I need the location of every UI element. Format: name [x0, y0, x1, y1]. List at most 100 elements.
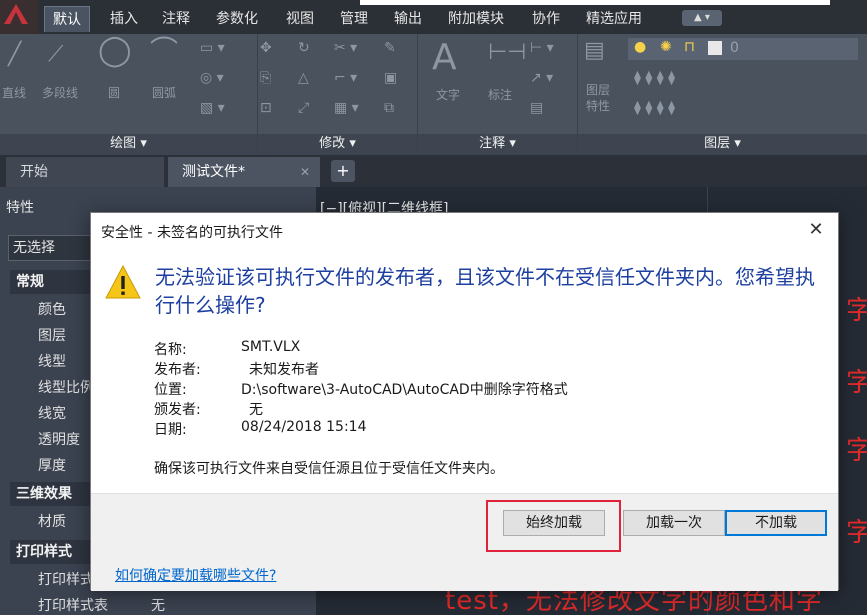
tab-test-file[interactable]: 测试文件* ✕	[168, 157, 320, 187]
draw-panel-title[interactable]: 绘图 ▾	[0, 134, 257, 154]
dialog-heading-line: 无法验证该可执行文件的发布者，且该文件不在受信任文件夹内。您希望执	[155, 265, 815, 289]
tab-featured-apps[interactable]: 精选应用	[578, 6, 650, 32]
ribbon-minimize-button[interactable]: ▲ ▾	[682, 10, 722, 26]
lock-icon: ⊓	[684, 39, 695, 55]
mirror-icon[interactable]: △	[298, 70, 309, 86]
property-transparency[interactable]: 透明度	[38, 429, 80, 449]
warning-icon	[105, 265, 141, 299]
category-plot-style[interactable]: 打印样式	[10, 540, 90, 564]
property-layer[interactable]: 图层	[38, 325, 66, 345]
text-icon[interactable]: A	[432, 40, 457, 76]
dimension-icon[interactable]: ⊢⊣	[488, 42, 526, 64]
tab-insert[interactable]: 插入	[102, 6, 146, 32]
arc-label: 圆弧	[152, 86, 177, 100]
document-tab-bar: 开始 测试文件* ✕	[0, 155, 867, 187]
tab-view[interactable]: 视图	[278, 6, 322, 32]
name-value: SMT.VLX	[241, 339, 301, 355]
issuer-value: 无	[249, 402, 263, 418]
modify-panel-title[interactable]: 修改 ▾	[258, 134, 417, 154]
leader-icon[interactable]: ↗ ▾	[530, 70, 553, 86]
layer-tool-icon[interactable]: ⧫ ⧫ ⧫ ⧫	[634, 100, 675, 116]
tab-parametric[interactable]: 参数化	[208, 6, 266, 32]
erase-icon[interactable]: ✎	[384, 40, 396, 56]
text-label: 文字	[436, 88, 461, 102]
security-dialog: 安全性 - 未签名的可执行文件 ✕ 无法验证该可执行文件的发布者，且该文件不在受…	[90, 212, 839, 591]
gradient-icon[interactable]: ▧ ▾	[200, 100, 225, 116]
close-icon[interactable]: ✕	[806, 219, 826, 241]
dialog-titlebar: 安全性 - 未签名的可执行文件 ✕	[91, 213, 838, 249]
layers-panel: ▤ 图层 特性 ● ✺ ⊓ 0 ⧫ ⧫ ⧫ ⧫ ⧫ ⧫ ⧫ ⧫ 图层 ▾	[578, 34, 867, 154]
layer-stack-icon[interactable]: ▤	[584, 40, 605, 62]
tab-output[interactable]: 输出	[386, 6, 430, 32]
copy-icon[interactable]: ⎘	[260, 70, 271, 86]
property-thickness[interactable]: 厚度	[38, 455, 66, 475]
date-label: 日期:	[154, 422, 187, 438]
rotate-icon[interactable]: ↻	[298, 40, 310, 56]
tab-start[interactable]: 开始	[6, 157, 164, 187]
property-material[interactable]: 材质	[38, 511, 66, 531]
annotate-panel-title[interactable]: 注释 ▾	[418, 134, 577, 154]
fillet-icon[interactable]: ⌐ ▾	[334, 70, 357, 86]
selection-dropdown[interactable]: 无选择	[8, 235, 98, 261]
name-label: 名称:	[154, 342, 187, 358]
tab-annotate[interactable]: 注释	[154, 6, 198, 32]
category-3d-effects[interactable]: 三维效果	[10, 482, 90, 506]
plot-style-table-value: 无	[151, 598, 165, 614]
tab-default[interactable]: 默认	[44, 6, 90, 32]
ribbon-body: ╱ ⟋ ◯ ⌒ 直线 多段线 圆 圆弧 ▭ ▾ ◎ ▾ ▧ ▾ 绘图 ▾ ✥ ↻…	[0, 34, 867, 154]
load-once-button[interactable]: 加载一次	[623, 510, 725, 536]
polyline-icon[interactable]: ⟋	[48, 44, 63, 66]
sun-icon: ✺	[660, 39, 672, 55]
table-icon[interactable]: ▤	[530, 100, 543, 116]
property-linetype[interactable]: 线型	[38, 351, 66, 371]
property-plot-style[interactable]: 打印样式	[38, 569, 94, 589]
layer-properties-label: 图层 特性	[586, 83, 611, 113]
tab-manage[interactable]: 管理	[332, 6, 376, 32]
tab-addins[interactable]: 附加模块	[440, 6, 512, 32]
rectangle-icon[interactable]: ▭ ▾	[200, 40, 225, 56]
property-color[interactable]: 颜色	[38, 299, 66, 319]
offset-icon[interactable]: ⧉	[384, 100, 394, 116]
scale-icon[interactable]: ⤢	[298, 100, 309, 116]
stretch-icon[interactable]: ⊡	[260, 100, 272, 116]
property-linetype-scale[interactable]: 线型比例	[38, 377, 94, 397]
layer-dropdown[interactable]: ● ✺ ⊓ 0	[628, 38, 858, 60]
help-link[interactable]: 如何确定要加载哪些文件?	[115, 565, 276, 585]
array-icon[interactable]: ▦ ▾	[334, 100, 359, 116]
canvas-text-fragment: 字	[846, 368, 867, 398]
trim-icon[interactable]: ✂ ▾	[334, 40, 357, 56]
add-tab-button[interactable]: +	[331, 160, 355, 182]
linear-dim-icon[interactable]: ⊢ ▾	[530, 40, 554, 56]
layers-panel-title[interactable]: 图层 ▾	[578, 134, 867, 154]
dialog-heading: 无法验证该可执行文件的发布者，且该文件不在受信任文件夹内。您希望执 行什么操作?	[155, 263, 825, 319]
property-lineweight[interactable]: 线宽	[38, 403, 66, 423]
do-not-load-button[interactable]: 不加载	[725, 510, 827, 536]
close-tab-icon[interactable]: ✕	[300, 157, 310, 187]
property-plot-style-table[interactable]: 打印样式表	[38, 595, 108, 615]
move-icon[interactable]: ✥	[260, 40, 272, 56]
current-layer-name: 0	[730, 40, 739, 56]
annotation-highlight-box	[486, 500, 621, 552]
layer-tool-icon[interactable]: ⧫ ⧫ ⧫ ⧫	[634, 70, 675, 86]
draw-panel: ╱ ⟋ ◯ ⌒ 直线 多段线 圆 圆弧 ▭ ▾ ◎ ▾ ▧ ▾ 绘图 ▾	[0, 34, 258, 154]
dialog-heading-line: 行什么操作?	[155, 293, 266, 317]
issuer-label: 颁发者:	[154, 402, 201, 418]
canvas-text-fragment: 字	[846, 436, 867, 466]
title-strip	[360, 0, 830, 5]
arc-icon[interactable]: ⌒	[150, 37, 178, 65]
explode-icon[interactable]: ▣	[384, 70, 397, 86]
lightbulb-icon: ●	[634, 39, 647, 55]
canvas-text-fragment: 字	[846, 296, 867, 326]
modify-panel: ✥ ↻ ✂ ▾ ✎ ⎘ △ ⌐ ▾ ▣ ⊡ ⤢ ▦ ▾ ⧉ 修改 ▾	[258, 34, 418, 154]
line-icon[interactable]: ╱	[8, 44, 21, 66]
publisher-value: 未知发布者	[249, 362, 319, 378]
properties-title: 特性	[6, 200, 34, 216]
category-general[interactable]: 常规	[10, 270, 90, 294]
line-label: 直线	[2, 86, 27, 100]
circle-icon[interactable]: ◯	[98, 36, 132, 66]
hatch-icon[interactable]: ◎ ▾	[200, 70, 224, 86]
autocad-logo-icon[interactable]	[0, 0, 38, 34]
autocad-window: 默认 插入 注释 参数化 视图 管理 输出 附加模块 协作 精选应用 ▲ ▾ ╱…	[0, 0, 867, 615]
tab-collaborate[interactable]: 协作	[524, 6, 568, 32]
annotate-panel: A ⊢⊣ 文字 标注 ⊢ ▾ ↗ ▾ ▤ 注释 ▾	[418, 34, 578, 154]
